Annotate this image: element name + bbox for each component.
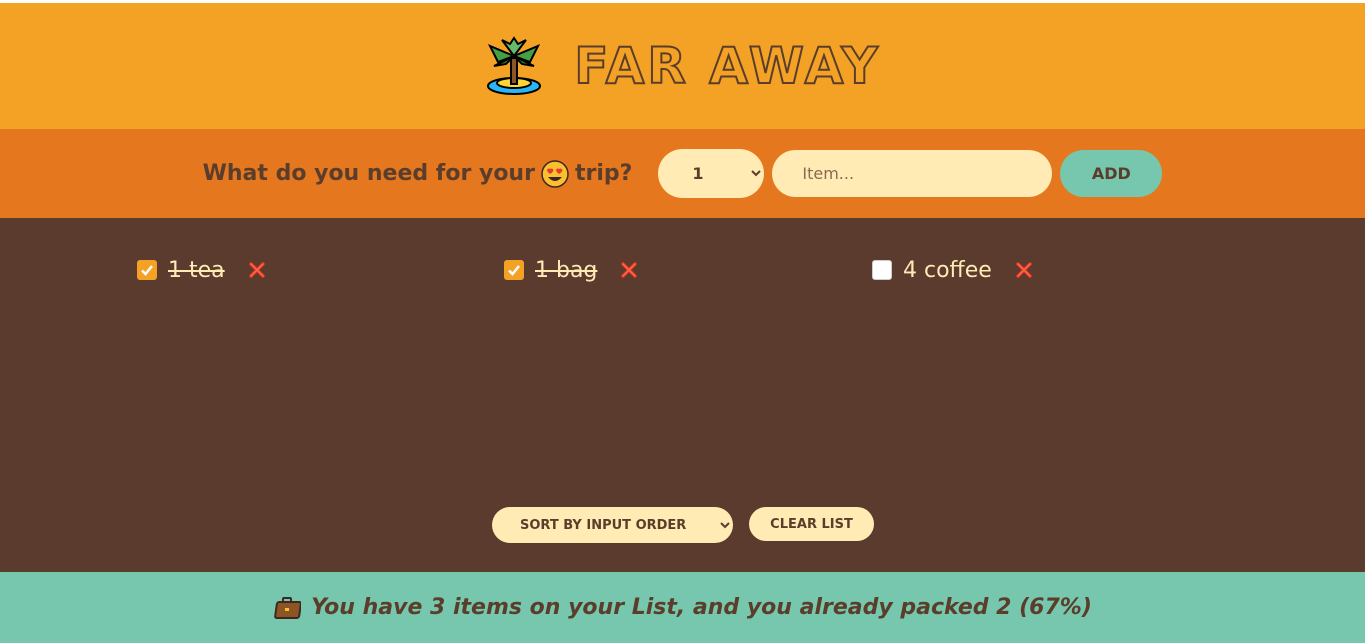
delete-button[interactable] — [247, 260, 267, 280]
clear-list-button[interactable]: CLEAR LIST — [749, 507, 874, 541]
packed-checkbox[interactable] — [872, 260, 892, 280]
item-label: 1 tea — [168, 257, 225, 283]
stats-text: You have 3 items on your List, and you a… — [311, 595, 1092, 620]
cross-mark-icon — [621, 262, 638, 278]
packed-checkbox[interactable] — [137, 260, 157, 280]
app-title: Far Away — [573, 37, 881, 95]
delete-button[interactable] — [619, 260, 639, 280]
cross-mark-icon — [248, 262, 265, 278]
header: Far Away — [0, 3, 1365, 129]
packed-checkbox[interactable] — [504, 260, 524, 280]
list-item: 1 tea — [137, 257, 504, 283]
prompt-text-after: trip? — [574, 161, 633, 186]
checkmark-icon — [141, 265, 153, 276]
cross-mark-icon — [1016, 262, 1032, 278]
sort-select[interactable]: SORT BY INPUT ORDER — [492, 507, 733, 543]
delete-button[interactable] — [1014, 260, 1034, 280]
list-actions: SORT BY INPUT ORDER CLEAR LIST — [492, 507, 874, 543]
add-item-form: What do you need for your trip? 1 ADD — [0, 129, 1365, 218]
packing-list: 1 tea 1 bag 4 coffee SORT BY INPUT ORDER… — [0, 218, 1365, 572]
list-item: 4 coffee — [872, 257, 1240, 283]
item-label: 4 coffee — [903, 257, 992, 283]
prompt-text-before: What do you need for your — [202, 161, 535, 186]
list-item: 1 bag — [504, 257, 872, 283]
item-input[interactable] — [772, 150, 1053, 197]
checkmark-icon — [508, 265, 520, 276]
palm-island-icon — [487, 36, 542, 95]
heart-eyes-emoji-icon — [541, 159, 569, 188]
app-root: Far Away What do you need for your trip?… — [0, 0, 1365, 643]
quantity-select[interactable]: 1 — [658, 149, 765, 198]
form-prompt: What do you need for your trip? — [202, 159, 633, 188]
stats-footer: You have 3 items on your List, and you a… — [0, 572, 1365, 643]
item-label: 1 bag — [535, 257, 598, 283]
briefcase-icon — [274, 596, 302, 619]
add-button[interactable]: ADD — [1060, 150, 1163, 197]
item-list: 1 tea 1 bag 4 coffee — [137, 257, 1240, 283]
